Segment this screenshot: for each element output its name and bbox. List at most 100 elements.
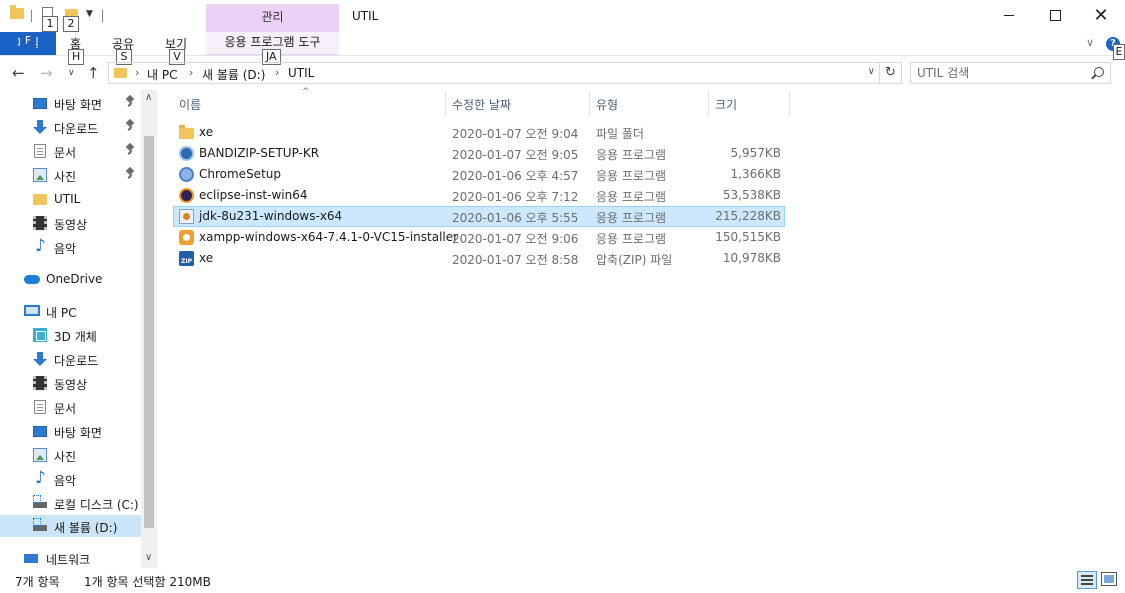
nav-item-downloads[interactable]: 다운로드: [0, 348, 141, 370]
nav-item-label: 문서: [54, 402, 77, 416]
file-date: 2020-01-07 오전 9:06: [452, 232, 579, 246]
folder-icon[interactable]: [10, 5, 24, 19]
details-view-icon[interactable]: [1077, 571, 1097, 589]
document-icon: [34, 400, 46, 414]
search-box[interactable]: [910, 62, 1111, 84]
nav-item-pictures-pinned[interactable]: 사진: [0, 164, 141, 186]
back-arrow-icon[interactable]: ←: [12, 64, 25, 82]
nav-item-util[interactable]: UTIL: [0, 188, 141, 210]
navigation-pane: 바탕 화면 다운로드 문서 사진 UTIL 동영상 음악 OneDrive 내 …: [0, 90, 157, 568]
file-type: 응용 프로그램: [596, 148, 667, 162]
breadcrumb-util[interactable]: UTIL: [288, 66, 314, 80]
title-bar: ▼ 1 2 관리 UTIL ✕: [0, 0, 1125, 32]
search-icon[interactable]: [1094, 67, 1104, 77]
nav-item-pictures[interactable]: 사진: [0, 444, 141, 466]
nav-item-music-quick[interactable]: 음악: [0, 236, 141, 258]
breadcrumb-chevron-icon[interactable]: ›: [135, 66, 139, 79]
folder-icon: [179, 125, 194, 139]
nav-item-documents[interactable]: 문서: [0, 396, 141, 418]
nav-item-label: 문서: [54, 146, 77, 160]
download-icon: [33, 120, 47, 134]
file-type: 압축(ZIP) 파일: [596, 253, 673, 267]
zip-icon: ZIP: [179, 251, 194, 266]
file-name: jdk-8u231-windows-x64: [199, 209, 343, 223]
file-row[interactable]: xampp-windows-x64-7.4.1-0-VC15-installer…: [173, 227, 785, 248]
nav-item-videos-quick[interactable]: 동영상: [0, 212, 141, 234]
file-row[interactable]: ChromeSetup 2020-01-06 오후 4:57 응용 프로그램 1…: [173, 164, 785, 185]
expand-ribbon-chevron-icon[interactable]: ∨: [1086, 36, 1094, 49]
nav-item-3d-objects[interactable]: 3D 개체: [0, 324, 141, 346]
window-title: UTIL: [352, 9, 379, 23]
column-header-label: 크기: [715, 98, 738, 112]
breadcrumb-this-pc[interactable]: 내 PC: [147, 66, 177, 83]
address-dropdown-chevron-icon[interactable]: ∨: [868, 66, 875, 77]
file-name: ChromeSetup: [199, 167, 281, 181]
customize-toolbar-chevron-icon[interactable]: ▼: [86, 9, 93, 19]
breadcrumb-chevron-icon[interactable]: ›: [275, 66, 279, 79]
breadcrumb-volume-d[interactable]: 새 볼륨 (D:): [202, 66, 265, 83]
recent-locations-chevron-icon[interactable]: ∨: [68, 68, 75, 78]
forward-arrow-icon[interactable]: →: [40, 64, 53, 82]
refresh-button[interactable]: ↻: [880, 62, 902, 84]
column-header-name[interactable]: 이름: [173, 90, 445, 116]
file-name: xampp-windows-x64-7.4.1-0-VC15-installer: [199, 230, 459, 244]
file-row-selected[interactable]: jdk-8u231-windows-x64 2020-01-06 오후 5:55…: [173, 206, 785, 227]
network-icon: [24, 554, 38, 563]
maximize-button[interactable]: [1032, 0, 1078, 30]
search-input[interactable]: [917, 65, 1087, 81]
file-name: eclipse-inst-win64: [199, 188, 308, 202]
nav-item-onedrive[interactable]: OneDrive: [0, 268, 141, 290]
video-icon: [33, 216, 47, 230]
nav-item-label: OneDrive: [46, 272, 103, 286]
nav-item-network[interactable]: 네트워크: [0, 547, 141, 569]
file-date: 2020-01-06 오후 7:12: [452, 190, 579, 204]
nav-item-label: 3D 개체: [54, 330, 97, 344]
file-row[interactable]: xe 2020-01-07 오전 9:04 파일 폴더: [173, 122, 785, 143]
picture-icon: [33, 448, 47, 462]
nav-item-desktop[interactable]: 바탕 화면: [0, 420, 141, 442]
scroll-up-chevron-icon[interactable]: ∧: [145, 92, 152, 103]
column-header-size[interactable]: 크기: [709, 90, 789, 116]
nav-item-label: 음악: [54, 474, 77, 488]
nav-item-this-pc[interactable]: 내 PC: [0, 300, 141, 322]
nav-item-documents-pinned[interactable]: 문서: [0, 140, 141, 162]
file-row[interactable]: BANDIZIP-SETUP-KR 2020-01-07 오전 9:05 응용 …: [173, 143, 785, 164]
nav-item-volume-d[interactable]: 새 볼륨 (D:): [0, 515, 141, 537]
column-header-label: 이름: [179, 98, 202, 112]
folder-icon: [33, 194, 47, 205]
file-row[interactable]: eclipse-inst-win64 2020-01-06 오후 7:12 응용…: [173, 185, 785, 206]
file-row[interactable]: ZIP xe 2020-01-07 오전 8:58 압축(ZIP) 파일 10,…: [173, 248, 785, 269]
close-button[interactable]: ✕: [1078, 0, 1124, 30]
navigation-pane-scrollbar[interactable]: ∧ ∨: [141, 90, 157, 568]
file-name: xe: [199, 251, 214, 265]
column-divider[interactable]: [789, 90, 790, 116]
file-size: 5,957KB: [730, 146, 781, 160]
chrome-icon: [179, 167, 194, 182]
pin-icon: [126, 120, 134, 132]
file-date: 2020-01-07 오전 8:58: [452, 253, 579, 267]
breadcrumb-chevron-icon[interactable]: ›: [189, 66, 193, 79]
nav-item-music[interactable]: 음악: [0, 468, 141, 490]
address-bar[interactable]: › 내 PC › 새 볼륨 (D:) › UTIL ∨: [108, 62, 880, 84]
status-selection: 1개 항목 선택함 210MB: [84, 575, 211, 589]
nav-item-downloads-pinned[interactable]: 다운로드: [0, 116, 141, 138]
drive-icon: [33, 518, 47, 531]
nav-item-desktop-pinned[interactable]: 바탕 화면: [0, 92, 141, 114]
large-icons-view-icon[interactable]: [1101, 572, 1117, 586]
onedrive-icon: [24, 275, 40, 284]
up-arrow-icon[interactable]: ↑: [87, 64, 100, 82]
scroll-down-chevron-icon[interactable]: ∨: [145, 552, 152, 563]
minimize-button[interactable]: [986, 0, 1032, 30]
desktop-icon: [33, 98, 47, 109]
nav-item-videos[interactable]: 동영상: [0, 372, 141, 394]
file-type: 응용 프로그램: [596, 211, 667, 225]
column-header-type[interactable]: 유형: [590, 90, 708, 116]
nav-item-local-disk-c[interactable]: 로컬 디스크 (C:): [0, 492, 141, 514]
nav-item-label: 동영상: [54, 218, 88, 232]
scrollbar-thumb[interactable]: [144, 136, 154, 528]
keytip-qa1: 1: [42, 16, 58, 32]
column-header-date[interactable]: 수정한 날짜: [446, 90, 589, 116]
column-header-label: 수정한 날짜: [452, 98, 512, 112]
address-row: ← → ∨ ↑ › 내 PC › 새 볼륨 (D:) › UTIL ∨ ↻: [0, 58, 1125, 88]
eclipse-icon: [179, 188, 194, 203]
